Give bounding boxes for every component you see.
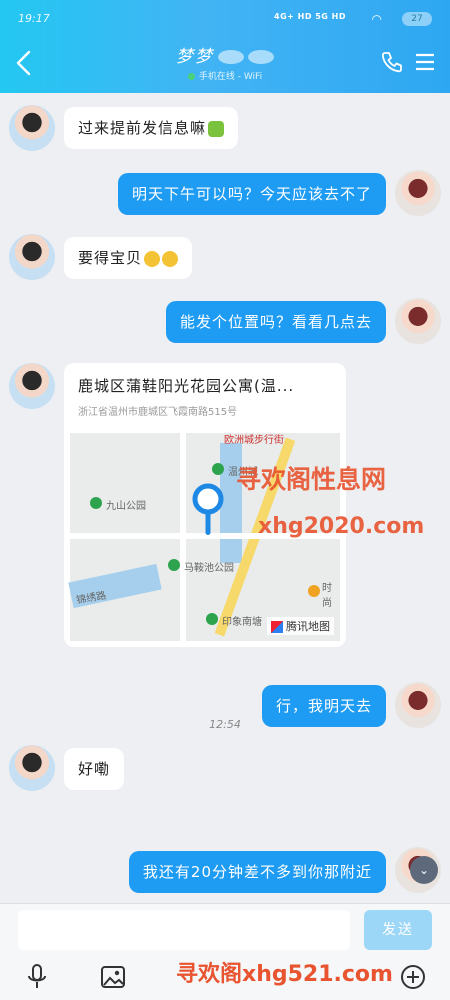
menu-icon[interactable] <box>414 52 436 72</box>
network-indicator: 4G+ HD 5G HD <box>274 12 346 21</box>
contact-avatar[interactable] <box>9 105 55 151</box>
contact-name: 梦梦 <box>120 42 330 67</box>
map-street <box>180 433 186 641</box>
my-avatar[interactable] <box>395 170 441 216</box>
poi-icon <box>168 559 180 571</box>
my-avatar[interactable] <box>395 298 441 344</box>
status-bar: 19:17 4G+ HD 5G HD ◠ 27 <box>18 12 432 28</box>
watermark-text: xhg2020.com <box>258 514 425 539</box>
map-label: 九山公园 <box>106 501 146 512</box>
message-timestamp: 12:54 <box>209 718 241 731</box>
phone-icon[interactable] <box>380 50 404 74</box>
message-input[interactable] <box>18 910 350 950</box>
online-status: 手机在线 - WiFi <box>120 69 330 82</box>
tencent-map-logo-icon <box>271 621 283 633</box>
back-icon[interactable] <box>12 48 36 78</box>
send-button[interactable]: 发送 <box>364 910 432 950</box>
poi-icon <box>90 497 102 509</box>
microphone-icon[interactable] <box>22 962 52 992</box>
image-icon[interactable] <box>98 962 128 992</box>
map-label: 印象南塘 <box>222 617 262 628</box>
message-bubble-incoming[interactable]: 好嘞 <box>64 748 125 790</box>
status-time: 19:17 <box>18 12 50 25</box>
chat-header: 19:17 4G+ HD 5G HD ◠ 27 梦梦 手机在线 - WiFi <box>0 0 450 93</box>
location-address: 浙江省温州市鹿城区飞霞南路515号 <box>78 407 238 418</box>
map-label: 马鞍池公园 <box>184 563 234 574</box>
message-bubble-incoming[interactable]: 要得宝贝 <box>64 237 193 279</box>
message-bubble-outgoing[interactable]: 明天下午可以吗？今天应该去不了 <box>117 173 386 215</box>
message-bubble-incoming[interactable]: 过来提前发信息嘛 <box>64 107 239 149</box>
location-title: 鹿城区蒲鞋阳光花园公寓(温... <box>78 377 295 395</box>
scroll-down-button[interactable]: ⌄ <box>410 856 438 884</box>
contact-avatar[interactable] <box>9 745 55 791</box>
plus-icon[interactable] <box>398 962 428 992</box>
contact-avatar[interactable] <box>9 234 55 280</box>
online-dot-icon <box>187 73 195 80</box>
battery-indicator: 27 <box>402 12 432 26</box>
poi-icon <box>212 463 224 475</box>
poi-icon <box>206 613 218 625</box>
decoration-icon <box>218 50 244 64</box>
wifi-icon: ◠ <box>371 12 382 26</box>
message-list[interactable]: 过来提前发信息嘛 明天下午可以吗？今天应该去不了 要得宝贝 能发个位置吗？看看几… <box>0 93 450 903</box>
emoji-icon <box>208 120 225 137</box>
location-card[interactable]: 鹿城区蒲鞋阳光花园公寓(温... 浙江省温州市鹿城区飞霞南路515号 温州城 九… <box>64 363 346 647</box>
decoration-icon <box>248 50 274 64</box>
map-label: 欧洲城步行街 <box>224 435 284 446</box>
emoji-icon <box>162 250 179 267</box>
watermark-text: 寻欢阁性息网 <box>236 465 387 494</box>
watermark-text: 寻欢阁xhg521.com <box>176 962 393 987</box>
contact-avatar[interactable] <box>9 363 55 409</box>
location-pin-icon <box>192 483 224 535</box>
map-brand: 腾讯地图 <box>267 617 334 635</box>
poi-icon <box>308 585 320 597</box>
emoji-icon <box>144 250 161 267</box>
chat-title-area[interactable]: 梦梦 手机在线 - WiFi <box>120 42 330 82</box>
message-bubble-outgoing[interactable]: 能发个位置吗？看看几点去 <box>165 301 386 343</box>
map-label: 时尚 <box>322 583 332 609</box>
chevron-down-icon: ⌄ <box>418 863 430 877</box>
message-bubble-outgoing[interactable]: 我还有20分钟差不多到你那附近 <box>128 851 386 893</box>
